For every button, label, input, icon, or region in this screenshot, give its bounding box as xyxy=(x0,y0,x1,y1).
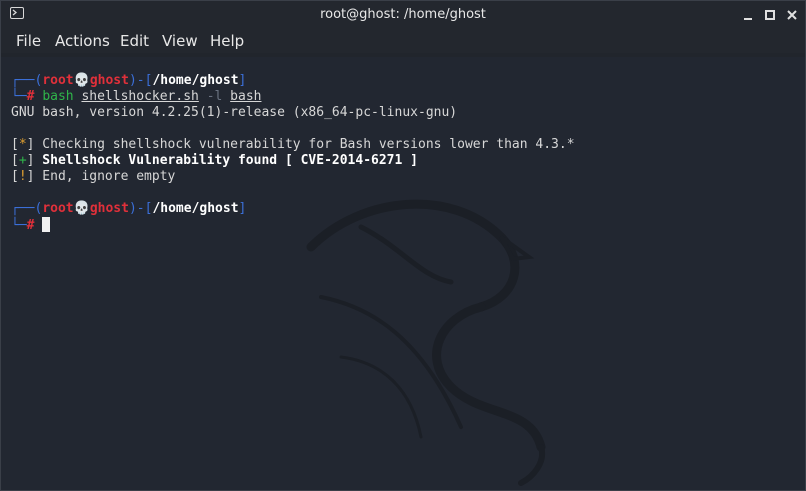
kali-dragon-logo xyxy=(306,199,546,486)
output-version: GNU bash, version 4.2.25(1)-release (x86… xyxy=(11,105,458,120)
prompt-cwd: /home/ghost xyxy=(152,201,239,216)
maximize-icon[interactable] xyxy=(761,6,779,24)
prompt-close: ] xyxy=(238,201,247,216)
skull-icon: 💀 xyxy=(73,73,90,88)
minimize-icon[interactable] xyxy=(739,6,757,24)
plus-mark: + xyxy=(18,153,27,168)
output-found: [+] Shellshock Vulnerability found [ CVE… xyxy=(11,153,418,169)
prompt-hash: # xyxy=(26,89,35,104)
menu-help[interactable]: Help xyxy=(210,32,244,50)
prompt-hash: # xyxy=(26,218,35,233)
bracket-open: [ xyxy=(11,153,19,168)
terminal-area[interactable]: ┌──(root💀ghost)-[/home/ghost] └─# bash s… xyxy=(1,57,805,490)
scrollbar[interactable] xyxy=(799,57,805,490)
command-line[interactable]: └─# xyxy=(11,217,51,234)
prompt-separator: )-[ xyxy=(128,201,153,216)
prompt-cwd: /home/ghost xyxy=(152,73,239,88)
command-script: shellshocker.sh xyxy=(81,89,199,104)
star-mark: * xyxy=(18,137,27,152)
menu-edit[interactable]: Edit xyxy=(120,32,149,50)
menu-actions[interactable]: Actions xyxy=(55,32,110,50)
prompt-host: ghost xyxy=(89,201,129,216)
prompt-host: ghost xyxy=(89,73,129,88)
skull-icon: 💀 xyxy=(73,201,90,216)
prompt-corner-bottom: └─ xyxy=(11,218,27,233)
close-icon[interactable] xyxy=(783,6,801,24)
output-end: [!] End, ignore empty xyxy=(11,169,175,185)
end-text: End, ignore empty xyxy=(34,169,176,184)
bracket-open: [ xyxy=(11,169,19,184)
prompt-separator: )-[ xyxy=(128,73,153,88)
prompt-corner-top: ┌──( xyxy=(11,201,43,216)
command-name: bash xyxy=(42,89,74,104)
prompt-line: ┌──(root💀ghost)-[/home/ghost] xyxy=(11,201,246,217)
output-check: [*] Checking shellshock vulnerability fo… xyxy=(11,137,575,153)
terminal-window: root@ghost: /home/ghost File Actions Edi… xyxy=(0,0,806,491)
prompt-line: ┌──(root💀ghost)-[/home/ghost] xyxy=(11,73,246,89)
menu-bar: File Actions Edit View Help xyxy=(1,29,805,53)
bracket-open: [ xyxy=(11,137,19,152)
command-line: └─# bash shellshocker.sh -l bash xyxy=(11,89,261,105)
prompt-corner-bottom: └─ xyxy=(11,89,27,104)
bang-mark: ! xyxy=(18,169,27,184)
prompt-close: ] xyxy=(238,73,247,88)
prompt-user: root xyxy=(42,201,74,216)
check-text: Checking shellshock vulnerability for Ba… xyxy=(34,137,575,152)
title-bar[interactable]: root@ghost: /home/ghost xyxy=(1,1,805,29)
prompt-corner-top: ┌──( xyxy=(11,73,43,88)
command-flag: -l xyxy=(206,89,223,104)
found-text: Shellshock Vulnerability found [ CVE-201… xyxy=(34,153,418,168)
window-title: root@ghost: /home/ghost xyxy=(320,7,486,22)
text-cursor xyxy=(42,217,51,232)
menu-file[interactable]: File xyxy=(16,32,41,50)
command-arg: bash xyxy=(230,89,262,104)
menu-view[interactable]: View xyxy=(162,32,198,50)
prompt-user: root xyxy=(42,73,74,88)
